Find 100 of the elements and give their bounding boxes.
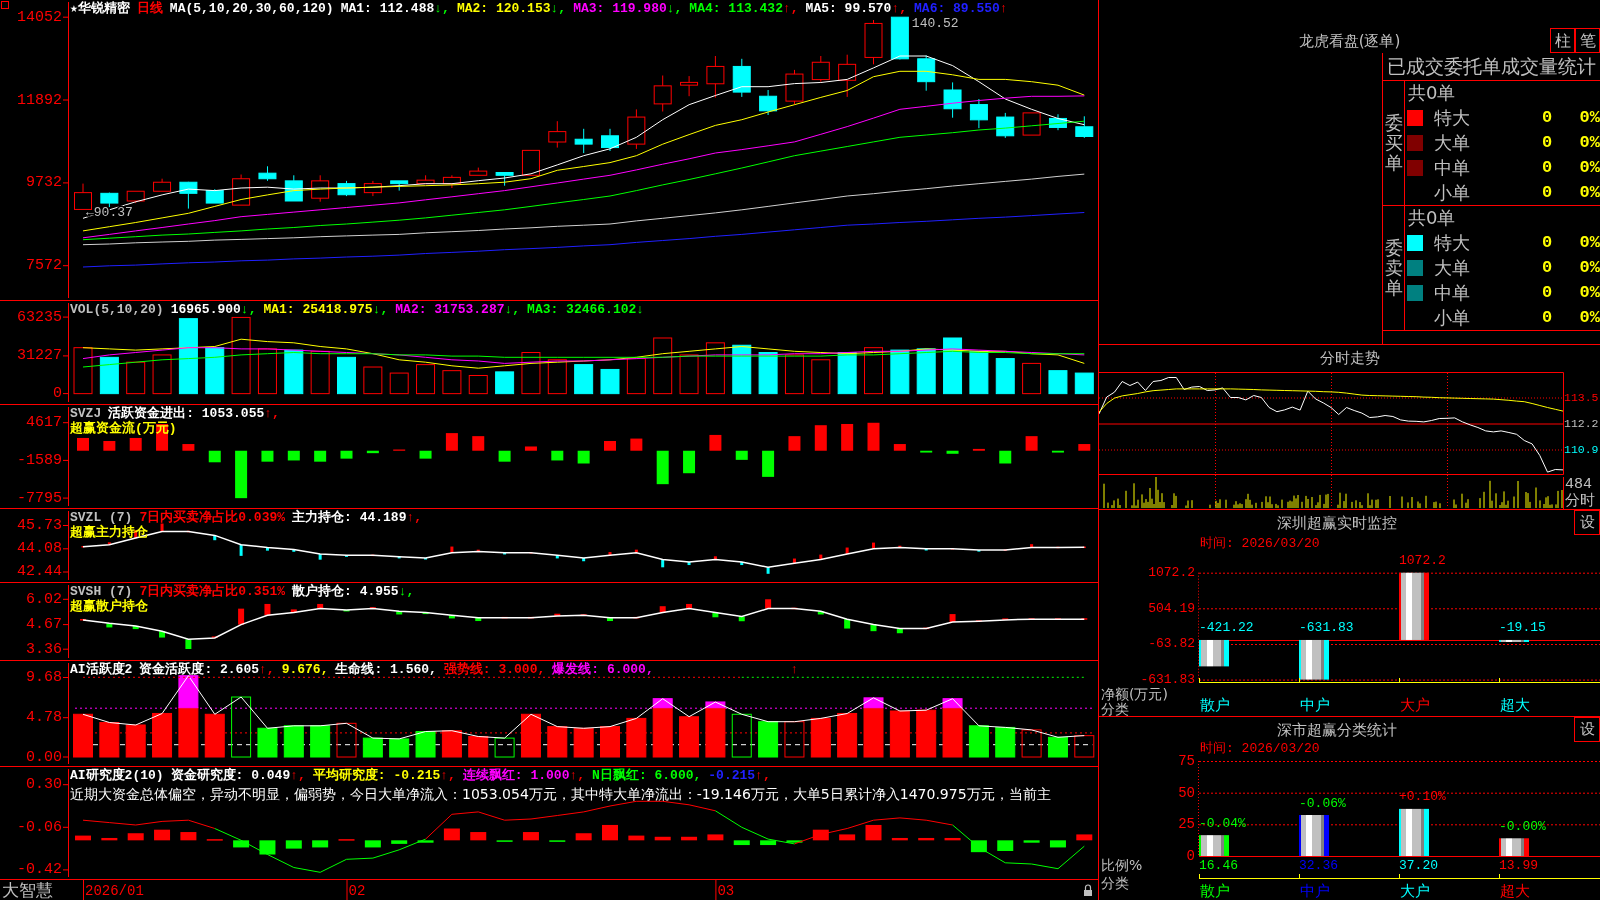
order-count: 0 (1540, 308, 1554, 327)
axis-label: -1589 (17, 451, 62, 469)
order-percent: 0% (1578, 233, 1600, 252)
order-count: 0 (1540, 283, 1554, 302)
time-label: 时间: 2026/03/20 (1199, 536, 1321, 552)
order-count: 0 (1540, 108, 1554, 127)
date-label: 03 (717, 883, 735, 899)
header-text: 生命线: 1.560, (335, 662, 437, 677)
order-size-label: 大单 (1433, 130, 1471, 155)
axis-label: 44.08 (17, 540, 62, 558)
order-count: 0 (1540, 233, 1554, 252)
header-text: 7日内买卖净占比0.351% (139, 584, 286, 599)
header-text: SVZL (7) (70, 510, 133, 525)
order-count: 0 (1540, 158, 1554, 177)
axis-title: 分类 (1101, 875, 1129, 891)
order-size-label: 中单 (1433, 155, 1471, 180)
header-text: 9.676, (281, 662, 329, 677)
change-label: +0.10% (1399, 789, 1446, 805)
order-percent: 0% (1578, 258, 1600, 277)
brand-label: 大智慧 (2, 880, 53, 900)
order-percent: 0% (1578, 158, 1600, 177)
change-label: -0.06% (1299, 795, 1346, 811)
axis-label: 0.30 (26, 776, 62, 794)
date-label: 02 (348, 883, 366, 899)
header-text: MA5: 99.570↑, (805, 1, 908, 16)
order-count: 0 (1540, 183, 1554, 202)
category-label: 中户 (1300, 882, 1330, 900)
category-label: 大户 (1400, 882, 1430, 900)
axis-label: 31227 (17, 347, 62, 365)
axis-label: 0 (1186, 848, 1195, 864)
header-text: 16965.900↓, (170, 302, 257, 317)
axis-label: 42.44 (17, 563, 62, 581)
header-text: 爆发线: 6.000, (552, 662, 654, 677)
axis-label: 50 (1178, 784, 1195, 801)
order-percent: 0% (1578, 283, 1600, 302)
value-label: 13.99 (1499, 857, 1538, 873)
category-label: 散户 (1200, 696, 1230, 714)
signal-arrow: ↑ (790, 661, 799, 677)
header-text: VOL(5,10,20) (70, 302, 164, 317)
axis-label: 3.36 (26, 640, 62, 658)
header-text: MA2: 31753.287↓, (395, 302, 521, 317)
change-label: -0.00% (1499, 818, 1546, 834)
axis-label: -631.83 (1140, 672, 1195, 688)
table-title: 已成交委托单成交量统计 (1383, 53, 1600, 81)
header-text: 散户持仓: 4.955↓, (292, 584, 415, 599)
header-text: SVZJ (70, 406, 102, 421)
summary-text: 近期大资金总体偏空，异动不明显，偏弱势，今日大单净流入：1053.054万元，其中特大单净流出：-19.146万元，大单5日累计净入1470.975万元，当前主 (70, 786, 1051, 803)
date-label: 2026/01 (85, 883, 144, 899)
axis-label: 110.9 (1564, 443, 1599, 456)
axis-title: 分类 (1101, 701, 1129, 716)
axis-label: 112.2 (1564, 417, 1599, 430)
header-text: 平均研究度: -0.215↑, (312, 768, 456, 783)
axis-label: 484 (1565, 475, 1592, 493)
header-text: MA3: 119.980↓, (573, 1, 683, 16)
axis-label: 45.73 (17, 517, 62, 535)
value-label: 16.46 (1199, 857, 1238, 873)
value-label: -19.15 (1499, 620, 1546, 636)
axis-label: 9.68 (26, 668, 62, 686)
pane-label: 分时 (1565, 491, 1595, 509)
axis-title: 净额(万元) (1101, 686, 1168, 702)
time-label: 时间: 2026/03/20 (1199, 743, 1321, 755)
header-text: AI活跃度2 (70, 662, 133, 677)
axis-label: 7572 (26, 257, 62, 275)
order-total: 共0单 (1407, 81, 1457, 105)
group-label: 委卖单 (1384, 238, 1403, 298)
header-text: MA(5,10,20,30,60,120) (169, 1, 334, 16)
panel-title: 分时走势 (1319, 349, 1380, 368)
axis-label: -7795 (17, 489, 62, 507)
axis-label: -63.82 (1148, 636, 1195, 652)
panel-title: 深市超赢分类统计 (1276, 720, 1397, 740)
axis-label: 4.78 (26, 709, 62, 727)
axis-label: 504.19 (1148, 600, 1195, 616)
axis-label: 113.5 (1564, 391, 1599, 404)
axis-label: 63235 (17, 308, 62, 326)
header-text: MA2: 120.153↓, (456, 1, 567, 16)
order-percent: 0% (1578, 108, 1600, 127)
axis-label: 25 (1178, 816, 1195, 833)
header-text: 强势线: 3.000, (443, 662, 546, 677)
header-text: 日线 (136, 1, 163, 16)
header-text: AI研究度2(10) (70, 768, 164, 783)
header-text: 活跃资金进出: 1053.055↑, (108, 406, 280, 421)
order-count: 0 (1540, 258, 1554, 277)
category-label: 大户 (1400, 696, 1430, 714)
price-annotation: 140.52 (911, 15, 959, 31)
header-text: -0.215↑, (708, 768, 771, 783)
header-text: MA6: 89.550↑ (914, 1, 1008, 16)
category-label: 超大 (1500, 882, 1530, 900)
axis-label: 4617 (26, 414, 62, 432)
order-size-label: 大单 (1433, 255, 1471, 280)
header-text: 主力持仓: 44.189↑, (292, 510, 423, 525)
order-total: 共0单 (1407, 206, 1457, 230)
axis-label: -0.06 (17, 818, 62, 836)
header-text: MA1: 112.488↓, (340, 1, 450, 16)
axis-label: 0.00 (26, 748, 62, 766)
order-size-label: 特大 (1433, 230, 1471, 255)
axis-label: 0 (53, 385, 62, 403)
axis-label: 9732 (26, 174, 62, 192)
order-size-label: 特大 (1433, 105, 1471, 130)
value-label: -421.22 (1199, 620, 1254, 636)
axis-title: 比例% (1101, 857, 1143, 873)
